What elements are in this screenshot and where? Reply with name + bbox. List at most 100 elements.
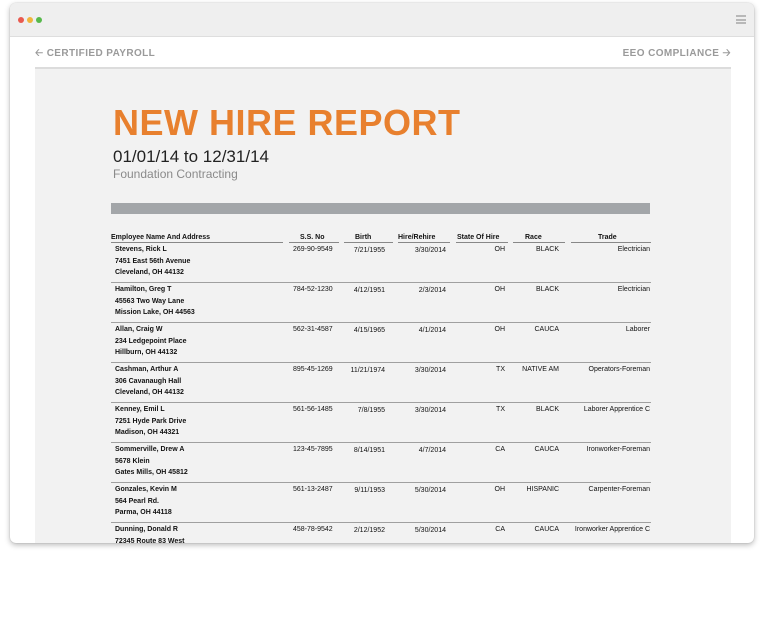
address-line-1: 5678 Klein (115, 458, 150, 465)
report-date-range: 01/01/14 to 12/31/14 (113, 147, 269, 166)
trade-cell: Electrician (617, 246, 650, 253)
address-line-1: 306 Cavanaugh Hall (115, 378, 182, 385)
hire-date-cell: 5/30/2014 (414, 527, 446, 534)
trade-cell: Laborer (625, 326, 650, 333)
header-divider (111, 203, 650, 214)
table-row[interactable]: Sommerville, Drew A 5678 Klein Gates Mills… (111, 443, 651, 483)
table-row[interactable]: Gonzales, Kevin M 564 Pearl Rd. Parma, OH … (111, 483, 651, 523)
address-line-2: Cleveland, OH 44132 (115, 269, 184, 276)
birth-date-cell: 4/12/1951 (353, 287, 385, 294)
state-of-hire-cell: CA (495, 446, 505, 453)
birth-date-cell: 9/11/1953 (354, 487, 385, 494)
employee-name: Dunning, Donald R (115, 526, 178, 533)
arrow-right-icon: 🡢 (722, 48, 731, 59)
race-cell: BLACK (536, 246, 559, 253)
ssn-cell: 458-78-9542 (293, 526, 333, 533)
minimize-window-button[interactable] (27, 17, 33, 23)
address-line-1: 45563 Two Way Lane (115, 298, 185, 305)
race-cell: BLACK (536, 286, 559, 293)
title-bar (10, 3, 754, 37)
state-of-hire-cell: OH (494, 286, 506, 293)
trade-cell: Laborer Apprentice C (583, 406, 650, 413)
col-header-state: State Of Hire (457, 234, 500, 241)
table-row[interactable]: Hamilton, Greg T 45563 Two Way Lane Missio… (111, 283, 651, 323)
state-of-hire-cell: CA (495, 526, 505, 533)
table-row[interactable]: Stevens, Rick L 7451 East 56th Avenue Clev… (111, 243, 651, 283)
trade-cell: Operators-Foreman (588, 366, 650, 373)
table-body: Stevens, Rick L 7451 East 56th Avenue Clev… (111, 243, 651, 543)
state-of-hire-cell: OH (494, 486, 506, 493)
prev-report-link[interactable]: 🡠 CERTIFIED PAYROLL (35, 46, 155, 63)
birth-date-cell: 4/15/1965 (353, 327, 385, 334)
hire-date-cell: 4/1/2014 (418, 327, 446, 334)
birth-date-cell: 7/21/1955 (353, 247, 385, 254)
address-line-2: Parma, OH 44118 (115, 509, 172, 516)
hire-date-cell: 5/30/2014 (414, 487, 446, 494)
table-row[interactable]: Allan, Craig W 234 Ledgepoint Place Hillbu… (111, 323, 651, 363)
race-cell: CAUCA (534, 326, 559, 333)
hire-date-cell: 3/30/2014 (414, 367, 446, 374)
arrow-left-icon: 🡠 (35, 48, 44, 59)
birth-date-cell: 11/21/1974 (350, 367, 385, 374)
employee-name: Kenney, Emil L (115, 406, 165, 413)
address-line-1: 564 Pearl Rd. (115, 498, 159, 505)
ssn-cell: 269-90-9549 (293, 246, 333, 253)
birth-date-cell: 8/14/1951 (353, 447, 385, 454)
browser-window: 🡠 CERTIFIED PAYROLL EEO COMPLIANCE 🡢 NEW… (10, 3, 754, 543)
ssn-cell: 561-56-1485 (293, 406, 333, 413)
next-report-label: EEO COMPLIANCE (622, 48, 720, 59)
trade-cell: Ironworker Apprentice C (574, 526, 650, 533)
ssn-cell: 561-13-2487 (293, 486, 333, 493)
address-line-2: Madison, OH 44321 (115, 429, 180, 436)
col-header-birth: Birth (355, 234, 372, 241)
employee-name: Cashman, Arthur A (115, 366, 179, 373)
address-line-2: Hillburn, OH 44132 (115, 349, 178, 356)
address-line-2: Mission Lake, OH 44563 (115, 309, 195, 316)
employee-name: Allan, Craig W (115, 326, 163, 333)
report-title: NEW HIRE REPORT (113, 102, 461, 143)
address-line-2: Cleveland, OH 44132 (115, 389, 184, 396)
address-line-1: 7451 East 56th Avenue (115, 258, 191, 265)
hire-date-cell: 4/7/2014 (418, 447, 446, 454)
address-line-1: 72345 Route 83 West (115, 538, 185, 543)
state-of-hire-cell: OH (494, 246, 506, 253)
ssn-cell: 895-45-1269 (293, 366, 333, 373)
new-hire-table: Employee Name And Address S.S. No Birth … (111, 231, 651, 543)
state-of-hire-cell: TX (496, 366, 505, 373)
menu-icon[interactable] (736, 15, 746, 24)
hire-date-cell: 3/30/2014 (414, 407, 446, 414)
table-row[interactable]: Kenney, Emil L 7251 Hyde Park Drive Madiso… (111, 403, 651, 443)
table-row[interactable]: Cashman, Arthur A 306 Cavanaugh Hall Cleve… (111, 363, 651, 403)
race-cell: NATIVE AM (522, 366, 559, 373)
table-header: Employee Name And Address S.S. No Birth … (111, 231, 651, 243)
hire-date-cell: 3/30/2014 (414, 247, 446, 254)
race-cell: CAUCA (534, 526, 559, 533)
hire-date-cell: 2/3/2014 (418, 287, 446, 294)
report-navigation: 🡠 CERTIFIED PAYROLL EEO COMPLIANCE 🡢 (35, 37, 731, 69)
address-line-1: 7251 Hyde Park Drive (115, 418, 187, 425)
next-report-link[interactable]: EEO COMPLIANCE 🡢 (623, 46, 731, 63)
company-name: Foundation Contracting (113, 167, 238, 181)
trade-cell: Electrician (617, 286, 650, 293)
trade-cell: Carpenter-Foreman (588, 486, 650, 493)
maximize-window-button[interactable] (36, 17, 42, 23)
address-line-2: Gates Mills, OH 45812 (115, 469, 188, 476)
address-line-1: 234 Ledgepoint Place (115, 338, 187, 345)
ssn-cell: 784-52-1230 (293, 286, 333, 293)
state-of-hire-cell: OH (494, 326, 506, 333)
employee-name: Sommerville, Drew A (115, 446, 185, 453)
col-header-trade: Trade (598, 234, 617, 241)
ssn-cell: 562-31-4587 (293, 326, 333, 333)
table-row[interactable]: Dunning, Donald R 72345 Route 83 West 458-… (111, 523, 651, 543)
prev-report-label: CERTIFIED PAYROLL (46, 48, 156, 59)
close-window-button[interactable] (18, 17, 24, 23)
state-of-hire-cell: TX (496, 406, 505, 413)
ssn-cell: 123-45-7895 (293, 446, 333, 453)
race-cell: HISPANIC (526, 486, 559, 493)
col-header-ssn: S.S. No (300, 234, 325, 241)
col-header-hire: Hire/Rehire (398, 234, 436, 241)
trade-cell: Ironworker-Foreman (586, 446, 650, 453)
birth-date-cell: 7/8/1955 (357, 407, 385, 414)
col-header-name: Employee Name And Address (111, 234, 211, 241)
employee-name: Hamilton, Greg T (115, 286, 172, 293)
